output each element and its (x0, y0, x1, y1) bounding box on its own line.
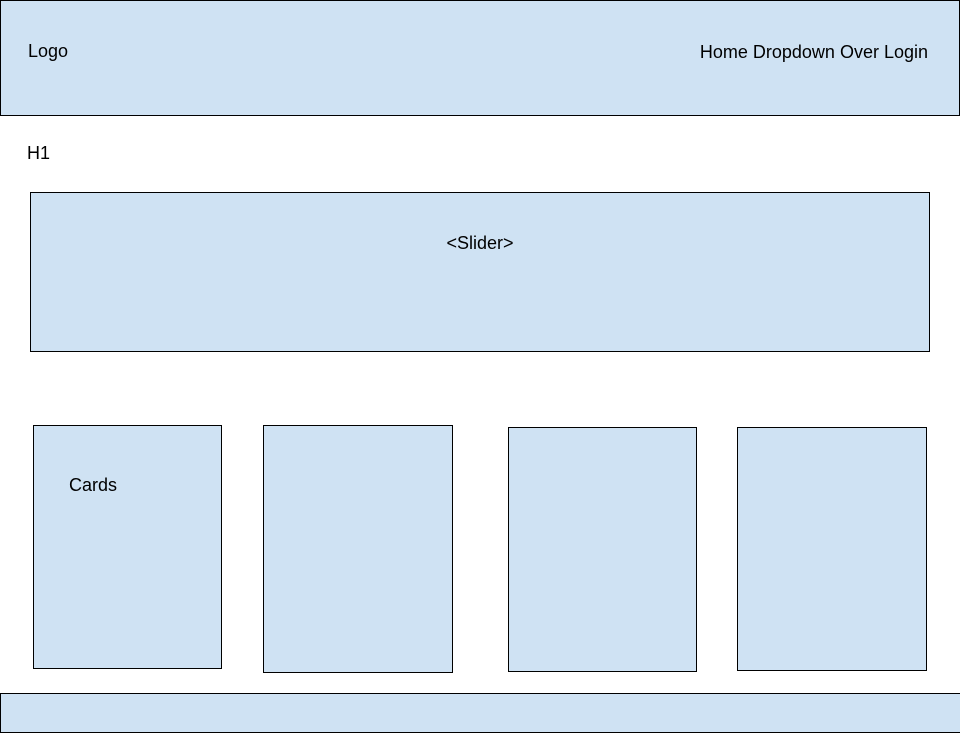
logo[interactable]: Logo (28, 40, 68, 62)
nav-item-over[interactable]: Over (840, 41, 879, 63)
header-bar: Logo Home Dropdown Over Login (0, 0, 960, 116)
nav-item-dropdown[interactable]: Dropdown (753, 41, 835, 63)
nav-menu: Home Dropdown Over Login (700, 41, 928, 63)
card-1[interactable]: Cards (33, 425, 222, 669)
page-heading: H1 (27, 143, 51, 163)
slider-label: <Slider> (446, 233, 514, 253)
nav-item-login[interactable]: Login (884, 41, 928, 63)
cards-label: Cards (69, 475, 118, 495)
slider[interactable]: <Slider> (30, 192, 930, 352)
footer-bar (0, 693, 960, 733)
card-4[interactable] (737, 427, 927, 671)
card-2[interactable] (263, 425, 453, 673)
card-3[interactable] (508, 427, 697, 672)
nav-item-home[interactable]: Home (700, 41, 748, 63)
